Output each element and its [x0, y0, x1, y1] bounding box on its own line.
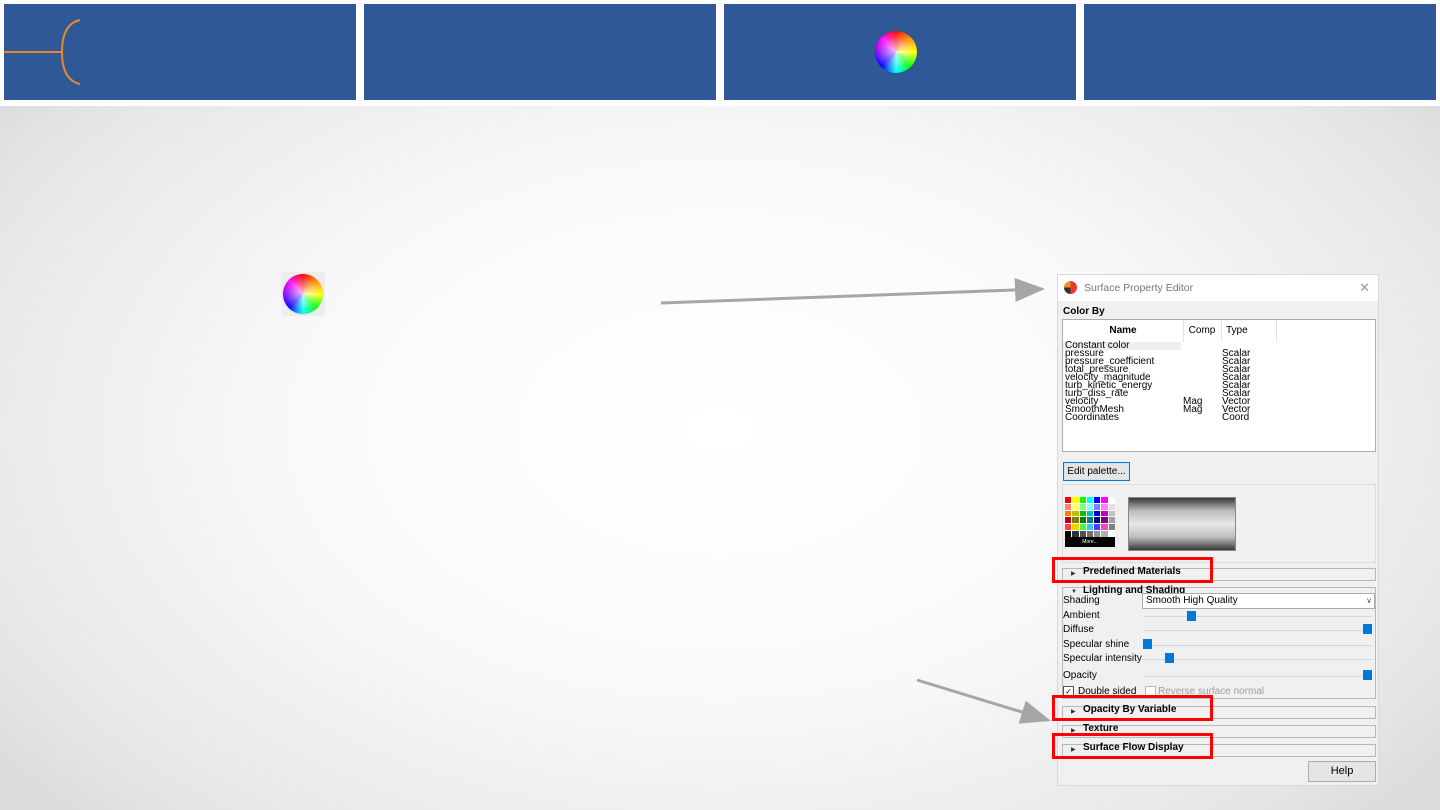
help-button[interactable]: Help [1308, 761, 1376, 782]
arrow-to-dialog [660, 277, 1045, 305]
palette-area: More... [1062, 484, 1376, 563]
color-swatch[interactable] [1072, 517, 1079, 524]
color-swatch[interactable] [1086, 517, 1094, 524]
color-by-table[interactable]: Name Comp Type Constant color pressure S… [1062, 319, 1376, 452]
specular-intensity-slider[interactable] [1143, 659, 1372, 660]
ambient-slider[interactable] [1143, 616, 1372, 617]
color-swatch[interactable] [1108, 497, 1115, 503]
color-swatch[interactable] [1079, 524, 1086, 531]
specular-shine-slider[interactable] [1143, 645, 1372, 646]
color-swatch[interactable] [1079, 517, 1086, 524]
color-swatch[interactable] [1086, 510, 1094, 517]
shading-dropdown[interactable]: Smooth High Quality ∨ [1142, 593, 1375, 609]
color-swatch[interactable] [1065, 497, 1072, 503]
cell-name: Coordinates [1065, 412, 1119, 423]
color-swatch[interactable] [1094, 524, 1101, 531]
color-swatch[interactable] [1101, 517, 1108, 524]
diffuse-slider-thumb[interactable] [1363, 624, 1372, 634]
color-swatch[interactable] [1101, 524, 1108, 531]
specular-intensity-slider-thumb[interactable] [1165, 653, 1174, 663]
color-swatch[interactable] [1094, 503, 1101, 510]
highlight-opacity-by-variable [1052, 695, 1213, 721]
cell-comp: Mag [1183, 404, 1203, 415]
specular-shine-slider-thumb[interactable] [1143, 639, 1152, 649]
ambient-slider-thumb[interactable] [1187, 611, 1196, 621]
color-swatch[interactable] [1079, 510, 1086, 517]
color-swatch-grid[interactable] [1065, 497, 1115, 537]
color-swatch[interactable] [1086, 503, 1094, 510]
color-by-label: Color By [1063, 306, 1105, 317]
color-swatch[interactable] [1108, 517, 1115, 524]
color-swatch[interactable] [1072, 497, 1079, 503]
color-swatch[interactable] [1094, 497, 1101, 503]
color-swatch[interactable] [1065, 510, 1072, 517]
color-swatch[interactable] [1065, 524, 1072, 531]
cell-type: Coord [1222, 412, 1250, 423]
table-row[interactable]: turb_diss_rate Scalar [1063, 389, 1375, 399]
color-swatch[interactable] [1108, 503, 1115, 510]
table-row[interactable]: Coordinates Coord [1063, 412, 1375, 423]
dialog-titlebar[interactable]: Surface Property Editor ✕ [1058, 275, 1378, 301]
highlight-surface-flow-display [1052, 733, 1213, 759]
dialog-title: Surface Property Editor [1084, 282, 1194, 294]
color-swatch[interactable] [1094, 510, 1101, 517]
shading-value: Smooth High Quality [1146, 595, 1238, 606]
color-swatch[interactable] [1072, 503, 1079, 510]
specular-shine-label: Specular shine [1063, 639, 1130, 650]
column-header-comp[interactable]: Comp [1183, 320, 1222, 342]
color-swatch[interactable] [1065, 517, 1072, 524]
color-swatch[interactable] [1086, 524, 1094, 531]
diffuse-slider[interactable] [1143, 630, 1372, 631]
highlight-predefined-materials [1052, 557, 1213, 583]
close-icon[interactable]: ✕ [1359, 280, 1370, 296]
diffuse-label: Diffuse [1063, 624, 1094, 635]
color-swatch[interactable] [1072, 510, 1079, 517]
color-swatch[interactable] [1101, 503, 1108, 510]
color-swatch[interactable] [1094, 517, 1101, 524]
color-swatch[interactable] [1079, 497, 1086, 503]
opacity-label: Opacity [1063, 670, 1097, 681]
opacity-slider-thumb[interactable] [1363, 670, 1372, 680]
color-swatch[interactable] [1101, 510, 1108, 517]
palette-more-button[interactable]: More... [1065, 537, 1115, 547]
color-swatch[interactable] [1086, 497, 1094, 503]
ambient-label: Ambient [1063, 610, 1100, 621]
column-header-type[interactable]: Type [1221, 320, 1277, 342]
shading-label: Shading [1063, 595, 1100, 606]
color-swatch[interactable] [1101, 497, 1108, 503]
color-swatch[interactable] [1108, 510, 1115, 517]
color-swatch[interactable] [1065, 503, 1072, 510]
table-rows: Constant color pressure Scalar pressure_… [1063, 341, 1375, 423]
dropdown-arrow-icon: ∨ [1366, 596, 1372, 605]
current-colormap-swatch[interactable] [1128, 497, 1236, 551]
color-swatch[interactable] [1079, 503, 1086, 510]
app-logo-icon [1064, 281, 1077, 294]
color-swatch[interactable] [1108, 524, 1115, 531]
arrow-to-opacity-by-variable [916, 678, 1051, 724]
specular-intensity-label: Specular intensity [1063, 653, 1142, 664]
opacity-slider[interactable] [1143, 676, 1372, 677]
color-swatch[interactable] [1072, 524, 1079, 531]
column-header-name[interactable]: Name [1063, 320, 1184, 342]
edit-palette-button[interactable]: Edit palette... [1063, 462, 1130, 481]
